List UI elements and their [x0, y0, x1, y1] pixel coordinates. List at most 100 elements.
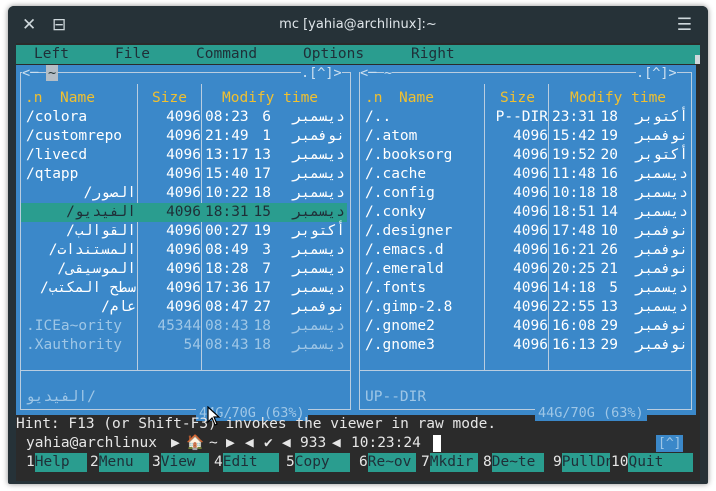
file-row[interactable]: /qtapp 4096 15:40 17 ديسمبر	[21, 165, 347, 184]
file-day: 13	[253, 147, 271, 163]
file-row[interactable]: /livecd 4096 13:17 13 ديسمبر	[21, 146, 347, 165]
fkey-help-button[interactable]: 1Help	[26, 453, 87, 472]
file-name: .ICEa~ority	[26, 318, 123, 334]
left-panel-path[interactable]: ~	[46, 65, 59, 81]
prompt-dir: ~	[209, 435, 218, 451]
file-day: 21	[600, 261, 618, 277]
fkey-label: Re~ov	[367, 453, 416, 472]
file-row[interactable]: /.emacs.d 4096 16:21 26 نوفمبر	[360, 241, 690, 260]
fkey-de-te-button[interactable]: 8De~te	[483, 453, 544, 472]
file-size: 4096	[513, 299, 548, 315]
file-row[interactable]: سطح المكتب/4096 17:36 17 ديسمبر	[21, 279, 347, 298]
file-row[interactable]: الصور/4096 10:22 18 ديسمبر	[21, 184, 347, 203]
file-name: /.emacs.d	[365, 242, 444, 258]
fkey-re-ov-button[interactable]: 6Re~ov	[359, 453, 416, 472]
file-month: ديسمبر	[635, 185, 688, 201]
right-panel-history-button[interactable]: .[^]>	[636, 65, 677, 81]
file-row[interactable]: /customrepo 4096 21:49 1 نوفمبر	[21, 127, 347, 146]
fkey-edit-button[interactable]: 4Edit	[214, 453, 279, 472]
file-row[interactable]: /colora 4096 08:23 6 ديسمبر	[21, 108, 347, 127]
file-row[interactable]: القوالب/4096 00:27 19 أكتوبر	[21, 222, 347, 241]
sort-indicator[interactable]: .n	[25, 89, 42, 108]
shell-prompt[interactable]: yahia@archlinux ▶ 🏠 ~ ▶ ◀ ✔ ◀ 933 ◀ 10:2…	[16, 434, 700, 453]
file-row[interactable]: /.gnome3 4096 16:13 29 نوفمبر	[360, 336, 690, 355]
file-size: 4096	[513, 337, 548, 353]
mouse-pointer-icon	[207, 406, 221, 426]
fkey-quit-button[interactable]: 10Quit	[611, 453, 694, 472]
file-row[interactable]: /.conky 4096 18:51 14 ديسمبر	[360, 203, 690, 222]
file-size: 4096	[166, 109, 201, 125]
file-row[interactable]: /.cache 4096 11:48 16 ديسمبر	[360, 165, 690, 184]
file-row[interactable]: /.designer 4096 17:48 10 نوفمبر	[360, 222, 690, 241]
prompt-separator-icon: ◀	[245, 435, 254, 451]
file-month: أكتوبر	[635, 147, 688, 163]
file-day: 17	[253, 280, 271, 296]
column-header-name[interactable]: Name	[60, 89, 95, 108]
left-panel[interactable]: <─ ~ .[^]> .n Name Size Modify time /col…	[16, 65, 355, 421]
fkey-label: Copy	[294, 453, 350, 472]
file-name: الموسيقى/	[57, 261, 136, 277]
menu-right[interactable]: Right	[411, 45, 455, 64]
column-header-size[interactable]: Size	[500, 89, 535, 108]
panel-left-arrow[interactable]: <─	[22, 65, 39, 81]
file-row[interactable]: /.gimp-2.8 4096 22:55 13 ديسمبر	[360, 298, 690, 317]
column-header-size[interactable]: Size	[152, 89, 187, 108]
file-size: 4096	[166, 299, 201, 315]
file-row[interactable]: /.gnome2 4096 16:08 29 نوفمبر	[360, 317, 690, 336]
terminal-area[interactable]: Left File Command Options Right <─ ~ .[^…	[16, 43, 700, 481]
title-bar: ✕ ⊟ mc [yahia@archlinux]:~ ☰	[8, 6, 708, 44]
file-row[interactable]: عام/4096 08:47 27 نوفمبر	[21, 298, 347, 317]
file-name: سطح المكتب/	[39, 280, 136, 296]
file-row[interactable]: الموسيقى/4096 18:28 7 ديسمبر	[21, 260, 347, 279]
menu-file[interactable]: File	[115, 45, 150, 64]
file-month: ديسمبر	[292, 337, 345, 353]
file-name: /.gnome3	[365, 337, 435, 353]
file-row[interactable]: /.config 4096 10:18 18 ديسمبر	[360, 184, 690, 203]
file-name: القوالب/	[66, 223, 136, 239]
file-row[interactable]: .Xauthority 54 08:43 18 ديسمبر	[21, 336, 347, 355]
fkey-copy-button[interactable]: 5Copy	[286, 453, 350, 472]
prompt-history-button[interactable]: [^]	[656, 435, 684, 452]
file-month: أكتوبر	[292, 223, 345, 239]
file-day: 7	[262, 261, 271, 277]
file-row[interactable]: /.fonts 4096 14:18 5 ديسمبر	[360, 279, 690, 298]
file-row[interactable]: الفيديو/4096 18:31 15 ديسمبر	[21, 203, 347, 222]
fkey-label: Quit	[628, 453, 694, 472]
right-panel-path[interactable]: ~	[384, 65, 393, 81]
file-row[interactable]: المستندات/4096 08:49 3 ديسمبر	[21, 241, 347, 260]
file-time: 18:28	[205, 261, 249, 277]
fkey-view-button[interactable]: 3View	[152, 453, 209, 472]
file-day: 14	[600, 204, 618, 220]
menu-command[interactable]: Command	[196, 45, 257, 64]
file-row[interactable]: /.booksorg 4096 19:52 20 أكتوبر	[360, 146, 690, 165]
file-name: /.gnome2	[365, 318, 435, 334]
panel-left-arrow[interactable]: <─	[360, 65, 377, 81]
column-header-modify-time[interactable]: Modify time	[222, 89, 318, 108]
menu-left[interactable]: Left	[34, 45, 69, 64]
file-day: 18	[600, 109, 618, 125]
left-panel-history-button[interactable]: .[^]>	[301, 65, 342, 81]
file-name: /.emerald	[365, 261, 444, 277]
file-row[interactable]: /.atom 4096 15:42 19 نوفمبر	[360, 127, 690, 146]
file-row[interactable]: .ICEa~ority 45344 08:43 18 ديسمبر	[21, 317, 347, 336]
right-panel[interactable]: <─ ~ .[^]> .n Name Size Modify time /.. P…	[355, 65, 696, 421]
hamburger-menu-icon[interactable]: ☰	[677, 6, 692, 44]
column-header-modify-time[interactable]: Modify time	[570, 89, 666, 108]
column-header-name[interactable]: Name	[399, 89, 434, 108]
menu-options[interactable]: Options	[303, 45, 364, 64]
fkey-number: 4	[214, 454, 223, 470]
fkey-number: 3	[152, 454, 161, 470]
fkey-number: 2	[90, 454, 99, 470]
function-key-bar: 1Help 2Menu 3View 4Edit 5Copy 6Re~ov 7Mkdir 8De…	[16, 453, 700, 472]
fkey-pulldn-button[interactable]: 9PullDn	[553, 453, 614, 472]
file-day: 5	[609, 280, 618, 296]
mc-menubar: Left File Command Options Right	[16, 45, 700, 64]
file-row[interactable]: /.. P--DIR 23:31 18 أكتوبر	[360, 108, 690, 127]
fkey-label: Menu	[98, 453, 149, 472]
fkey-menu-button[interactable]: 2Menu	[90, 453, 149, 472]
sort-indicator[interactable]: .n	[365, 89, 382, 108]
file-month: ديسمبر	[292, 147, 345, 163]
fkey-mkdir-button[interactable]: 7Mkdir	[421, 453, 478, 472]
file-size: 4096	[513, 318, 548, 334]
file-row[interactable]: /.emerald 4096 20:25 21 نوفمبر	[360, 260, 690, 279]
